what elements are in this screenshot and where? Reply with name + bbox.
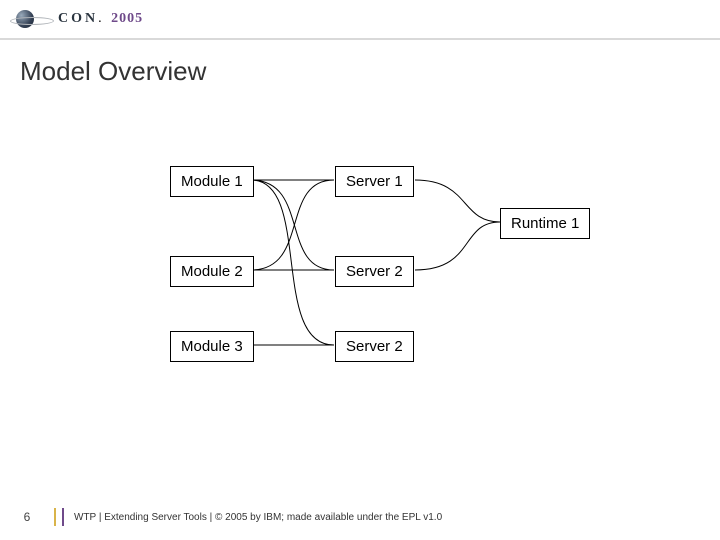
footer-accent-purple: [62, 508, 64, 526]
footer-text: WTP | Extending Server Tools | © 2005 by…: [74, 512, 442, 523]
box-server-1: Server 1: [335, 166, 414, 197]
footer: 6 WTP | Extending Server Tools | © 2005 …: [0, 508, 720, 526]
eclipse-orb-icon: [10, 8, 52, 30]
footer-accent-gold: [54, 508, 56, 526]
page-number: 6: [0, 510, 54, 524]
box-server-2a: Server 2: [335, 256, 414, 287]
slide-title: Model Overview: [20, 56, 206, 87]
logo-text: CON. 2005: [58, 11, 143, 27]
box-runtime-1: Runtime 1: [500, 208, 590, 239]
eclipsecon-logo: CON. 2005: [10, 8, 143, 30]
box-server-2b: Server 2: [335, 331, 414, 362]
model-diagram: Module 1 Module 2 Module 3 Server 1 Serv…: [0, 160, 720, 420]
box-module-2: Module 2: [170, 256, 254, 287]
box-module-3: Module 3: [170, 331, 254, 362]
logo-con: CON: [58, 11, 98, 26]
connectors: [0, 160, 720, 420]
logo-year: 2005: [111, 11, 143, 26]
logo-dot: .: [98, 11, 111, 26]
slide: CON. 2005 Model Overview Module 1 Module…: [0, 0, 720, 540]
header-rule: [0, 38, 720, 40]
box-module-1: Module 1: [170, 166, 254, 197]
